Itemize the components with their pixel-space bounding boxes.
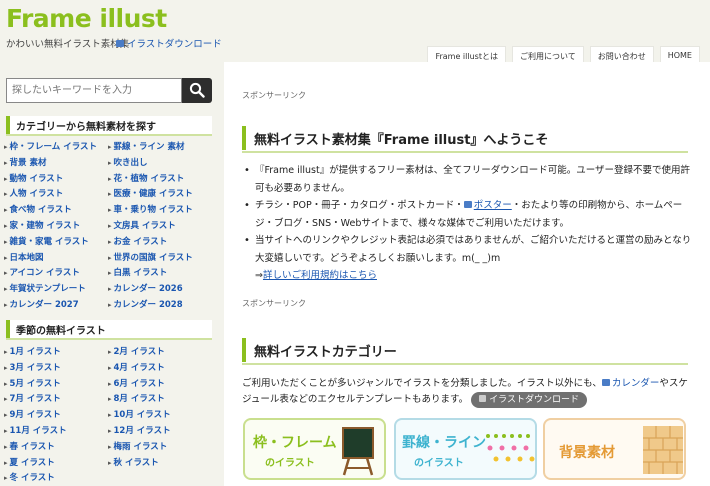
category-link[interactable]: 罫線・ライン 素材 (108, 140, 218, 156)
bullet-text: 『Frame illust』が提供するフリー素材は、全てフリーダウンロード可能。… (255, 165, 691, 194)
season-link[interactable]: 4月 イラスト (108, 361, 218, 377)
category-link[interactable]: 花・植物 イラスト (108, 172, 218, 188)
illust-download-link[interactable]: イラストダウンロード (116, 36, 222, 50)
category-section-heading: カテゴリーから無料素材を探す (6, 116, 212, 136)
poster-link-label: ポスター (473, 200, 512, 211)
season-list: 1月 イラスト 2月 イラスト 3月 イラスト 4月 イラスト 5月 イラスト … (4, 345, 218, 486)
season-link[interactable]: 10月 イラスト (108, 408, 218, 424)
intro-text: ご利用いただくことが多いジャンルでイラストを分類しました。イラスト以外にも、 (242, 378, 602, 389)
category-link[interactable]: 人物 イラスト (4, 187, 108, 203)
site-tagline: かわいい無料イラスト素材集 (6, 39, 130, 50)
category-link[interactable]: 白黒 イラスト (108, 266, 218, 282)
download-icon (479, 394, 487, 402)
season-link[interactable]: 夏 イラスト (4, 456, 108, 472)
arrow-glyph: ⇒ (255, 270, 263, 281)
welcome-heading: 無料イラスト素材集『Frame illust』へようこそ (242, 126, 688, 153)
pill-label: イラストダウンロード (489, 394, 579, 405)
category-list: 枠・フレーム イラスト 罫線・ライン 素材 背景 素材 吹き出し 動物 イラスト… (4, 140, 218, 314)
category-section-title: カテゴリーから無料素材を探す (16, 122, 156, 133)
download-icon (116, 40, 124, 47)
season-link[interactable]: 梅雨 イラスト (108, 440, 218, 456)
category-link[interactable]: 医療・健康 イラスト (108, 187, 218, 203)
category-link[interactable]: お金 イラスト (108, 235, 218, 251)
season-section-heading: 季節の無料イラスト (6, 320, 212, 340)
category-link[interactable]: 食べ物 イラスト (4, 203, 108, 219)
category-link[interactable]: 動物 イラスト (4, 172, 108, 188)
category-link[interactable]: 文房具 イラスト (108, 219, 218, 235)
season-link[interactable]: 冬 イラスト (4, 471, 108, 486)
sidebar: カテゴリーから無料素材を探す 枠・フレーム イラスト 罫線・ライン 素材 背景 … (0, 62, 222, 486)
site-header: Frame illust かわいい無料イラスト素材集 イラストダウンロード Fr… (0, 0, 710, 64)
welcome-bullets: 『Frame illust』が提供するフリー素材は、全てフリーダウンロード可能。… (242, 162, 692, 285)
category-link[interactable]: カレンダー 2028 (108, 298, 218, 314)
terms-link[interactable]: 詳しいご利用規約はこちら (263, 270, 377, 281)
category-link[interactable]: カレンダー 2026 (108, 282, 218, 298)
categories-title: 無料イラストカテゴリー (254, 345, 397, 360)
category-link[interactable]: アイコン イラスト (4, 266, 108, 282)
category-card-line[interactable]: 罫線・ライン のイラスト (394, 418, 537, 480)
category-link[interactable]: 枠・フレーム イラスト (4, 140, 108, 156)
season-link[interactable]: 6月 イラスト (108, 377, 218, 393)
calendar-link-label: カレンダー (611, 378, 660, 389)
list-item: 『Frame illust』が提供するフリー素材は、全てフリーダウンロード可能。… (242, 162, 692, 197)
brick-pattern-icon (643, 426, 683, 474)
season-link[interactable]: 3月 イラスト (4, 361, 108, 377)
card-title: 背景素材 (559, 445, 615, 461)
illust-download-button[interactable]: イラストダウンロード (471, 391, 587, 408)
category-link[interactable]: 日本地図 (4, 251, 108, 267)
poster-link[interactable]: ポスター (463, 200, 512, 211)
season-link[interactable]: 11月 イラスト (4, 424, 108, 440)
season-section-title: 季節の無料イラスト (16, 326, 106, 337)
card-title: 罫線・ライン (402, 435, 486, 451)
search-icon (189, 82, 205, 98)
search-input[interactable] (6, 78, 182, 103)
category-link[interactable]: カレンダー 2027 (4, 298, 108, 314)
illust-download-label: イラストダウンロード (127, 39, 222, 50)
season-link[interactable]: 秋 イラスト (108, 456, 218, 472)
line-decoration-icon (486, 434, 535, 462)
season-link[interactable]: 12月 イラスト (108, 424, 218, 440)
category-link[interactable]: 車・乗り物 イラスト (108, 203, 218, 219)
category-link[interactable]: 雑貨・家電 イラスト (4, 235, 108, 251)
sponsor-label: スポンサーリンク (242, 299, 306, 308)
category-link[interactable]: 吹き出し (108, 156, 218, 172)
site-logo[interactable]: Frame illust (6, 4, 167, 33)
card-subtitle: のイラスト (265, 458, 315, 469)
search-box (6, 78, 212, 103)
category-link[interactable]: 家・建物 イラスト (4, 219, 108, 235)
list-item: チラシ・POP・冊子・カタログ・ポストカード・ポスター・おたより等の印刷物から、… (242, 197, 692, 232)
category-card-frame[interactable]: 枠・フレーム のイラスト (243, 418, 386, 480)
link-icon (601, 379, 610, 386)
season-link[interactable]: 7月 イラスト (4, 392, 108, 408)
calendar-link[interactable]: カレンダー (601, 378, 660, 389)
bullet-text: 当サイトへのリンクやクレジット表記は必須ではありませんが、ご紹介いただけると運営… (255, 235, 692, 264)
season-link[interactable]: 5月 イラスト (4, 377, 108, 393)
season-link[interactable]: 9月 イラスト (4, 408, 108, 424)
categories-intro: ご利用いただくことが多いジャンルでイラストを分類しました。イラスト以外にも、 カレ… (242, 376, 692, 408)
season-link[interactable]: 2月 イラスト (108, 345, 218, 361)
card-subtitle: のイラスト (414, 458, 464, 469)
category-link[interactable]: 背景 素材 (4, 156, 108, 172)
season-link[interactable]: 1月 イラスト (4, 345, 108, 361)
search-button[interactable] (182, 78, 212, 103)
main-content: スポンサーリンク 無料イラスト素材集『Frame illust』へようこそ 『F… (224, 62, 710, 486)
category-link[interactable]: 年賀状テンプレート (4, 282, 108, 298)
blackboard-icon (342, 427, 374, 476)
category-card-background[interactable]: 背景素材 (543, 418, 686, 480)
categories-heading: 無料イラストカテゴリー (242, 338, 688, 365)
season-link[interactable]: 春 イラスト (4, 440, 108, 456)
season-link[interactable]: 8月 イラスト (108, 392, 218, 408)
welcome-title: 無料イラスト素材集『Frame illust』へようこそ (254, 133, 549, 148)
card-title: 枠・フレーム (253, 435, 337, 451)
sponsor-label: スポンサーリンク (242, 91, 306, 100)
bullet-text: チラシ・POP・冊子・カタログ・ポストカード・ (255, 200, 464, 211)
category-link[interactable]: 世界の国旗 イラスト (108, 251, 218, 267)
list-item: 当サイトへのリンクやクレジット表記は必須ではありませんが、ご紹介いただけると運営… (242, 232, 692, 285)
link-icon (463, 201, 472, 208)
